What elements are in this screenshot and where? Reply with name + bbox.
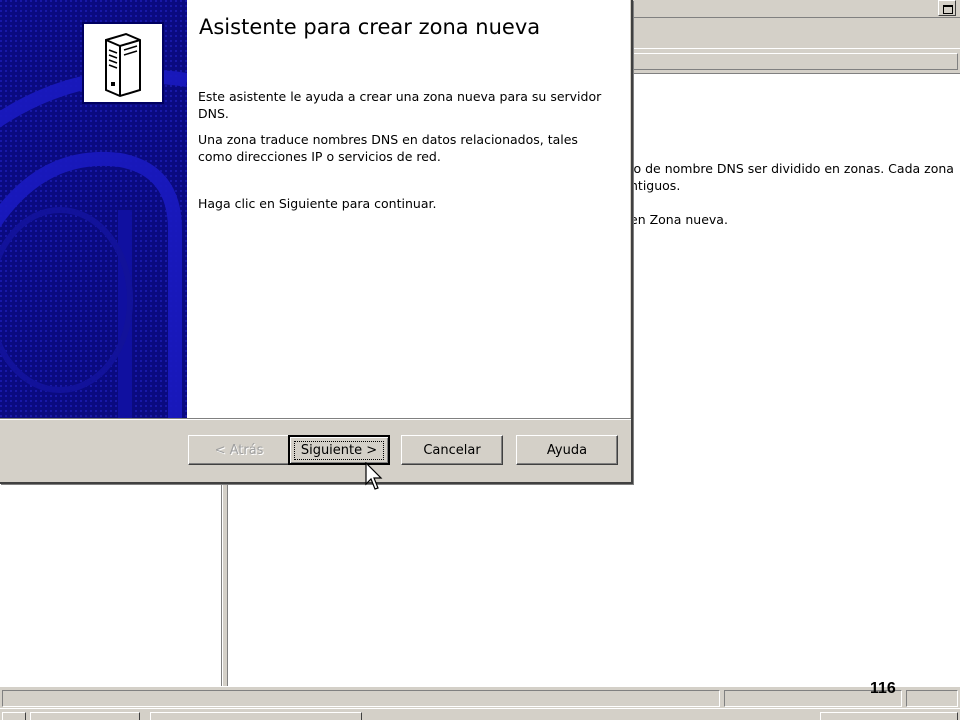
status-segment-1 — [2, 690, 720, 707]
taskbar — [0, 708, 960, 720]
taskbar-item-1[interactable] — [2, 712, 26, 720]
back-button[interactable]: < Atrás — [188, 435, 290, 465]
wizard-banner — [0, 0, 187, 418]
wizard-title: Asistente para crear zona nueva — [199, 15, 541, 39]
new-zone-wizard-dialog: Asistente para crear zona nueva Este asi… — [0, 0, 633, 484]
details-text-line-3: en Zona nueva. — [630, 212, 728, 227]
wizard-separator — [0, 418, 631, 420]
taskbar-item-3[interactable] — [150, 712, 362, 720]
taskbar-tray — [820, 712, 958, 720]
next-button-label: Siguiente > — [293, 440, 385, 460]
details-text-line-1: io de nombre DNS ser dividido en zonas. … — [630, 161, 954, 176]
details-text-line-2: ntiguos. — [630, 178, 681, 193]
mouse-pointer-icon — [365, 462, 383, 490]
page-number: 116 — [870, 680, 896, 697]
wizard-zone-description: Una zona traduce nombres DNS en datos re… — [198, 132, 578, 164]
wizard-content: Asistente para crear zona nueva Este asi… — [187, 0, 630, 418]
wizard-continue-instruction: Haga clic en Siguiente para continuar. — [198, 196, 437, 211]
cancel-button[interactable]: Cancelar — [401, 435, 503, 465]
server-icon — [82, 22, 164, 104]
help-button[interactable]: Ayuda — [516, 435, 618, 465]
status-bar — [0, 686, 960, 708]
status-segment-3 — [906, 690, 958, 707]
restore-window-button[interactable] — [938, 0, 956, 16]
taskbar-item-2[interactable] — [30, 712, 140, 720]
wizard-intro-text: Este asistente le ayuda a crear una zona… — [198, 89, 602, 121]
next-button[interactable]: Siguiente > — [288, 435, 390, 465]
